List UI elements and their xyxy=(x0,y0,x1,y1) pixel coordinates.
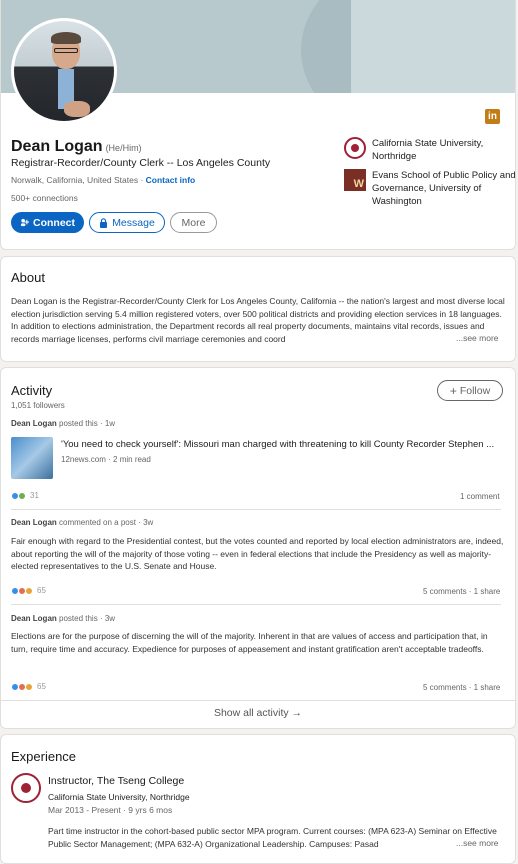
profile-location-line: Norwalk, California, United States · Con… xyxy=(11,175,195,185)
education-name: California State University, Northridge xyxy=(372,137,507,163)
message-label: Message xyxy=(112,217,155,229)
post-meta: Dean Logan posted this · 1w xyxy=(11,419,115,428)
divider xyxy=(11,604,501,605)
post-reactions[interactable]: 65 xyxy=(11,586,46,595)
post-author[interactable]: Dean Logan xyxy=(11,419,57,428)
post-action: posted this xyxy=(59,419,98,428)
experience-job-title: Instructor, The Tseng College xyxy=(48,775,184,787)
follow-label: Follow xyxy=(460,385,490,397)
experience-description: Part time instructor in the cohort-based… xyxy=(48,825,506,850)
connect-label: Connect xyxy=(33,217,75,229)
profile-photo xyxy=(14,21,114,121)
post-time: 3w xyxy=(105,614,115,623)
experience-title: Experience xyxy=(11,749,76,764)
article-source-line: 12news.com · 2 min read xyxy=(61,455,151,464)
banner-shape xyxy=(351,0,516,93)
linkedin-icon[interactable]: in xyxy=(485,109,500,124)
about-text: Dean Logan is the Registrar-Recorder/Cou… xyxy=(11,295,506,345)
experience-company: California State University, Northridge xyxy=(48,792,190,802)
post-meta: Dean Logan posted this · 3w xyxy=(11,614,115,623)
post-text: Fair enough with regard to the President… xyxy=(11,535,506,573)
education-item[interactable]: W Evans School of Public Policy and Gove… xyxy=(344,169,518,208)
divider xyxy=(0,700,516,701)
post-meta: Dean Logan commented on a post · 3w xyxy=(11,518,153,527)
article-thumbnail[interactable] xyxy=(11,437,53,479)
article-source: 12news.com xyxy=(61,455,106,464)
profile-avatar[interactable] xyxy=(11,18,117,124)
profile-location: Norwalk, California, United States xyxy=(11,175,138,185)
post-author[interactable]: Dean Logan xyxy=(11,614,57,623)
lock-icon xyxy=(99,218,108,228)
profile-pronouns: (He/Him) xyxy=(106,143,142,153)
reaction-count: 65 xyxy=(37,586,46,595)
divider xyxy=(11,509,501,510)
message-button[interactable]: Message xyxy=(89,212,165,233)
support-reaction-icon xyxy=(25,683,33,691)
profile-headline: Registrar-Recorder/County Clerk -- Los A… xyxy=(11,157,270,169)
post-author[interactable]: Dean Logan xyxy=(11,518,57,527)
post-reactions[interactable]: 31 xyxy=(11,491,39,500)
post-time: 1w xyxy=(105,419,115,428)
article-read-time: 2 min read xyxy=(113,455,151,464)
post-reactions[interactable]: 65 xyxy=(11,682,46,691)
contact-info-link[interactable]: Contact info xyxy=(146,175,196,185)
post-stats[interactable]: 5 comments · 1 share xyxy=(423,683,500,692)
experience-see-more[interactable]: ...see more xyxy=(453,838,499,848)
profile-name: Dean Logan(He/Him) xyxy=(11,138,142,156)
experience-dates: Mar 2013 - Present · 9 yrs 6 mos xyxy=(48,805,172,815)
education-name: Evans School of Public Policy and Govern… xyxy=(372,169,518,208)
csun-seal-icon[interactable] xyxy=(11,773,41,803)
reaction-count: 65 xyxy=(37,682,46,691)
post-action: posted this xyxy=(59,614,98,623)
show-all-activity-button[interactable]: Show all activity → xyxy=(0,707,516,719)
location-separator: · xyxy=(138,175,146,185)
post-text: Elections are for the purpose of discern… xyxy=(11,630,506,655)
celebrate-reaction-icon xyxy=(18,492,26,500)
about-title: About xyxy=(11,270,45,285)
education-item[interactable]: California State University, Northridge xyxy=(344,137,507,163)
uw-logo-icon: W xyxy=(344,169,366,191)
followers-count: 1,051 followers xyxy=(11,401,65,410)
photo-hair xyxy=(51,32,81,44)
profile-connections: 500+ connections xyxy=(11,193,78,203)
post-stats[interactable]: 5 comments · 1 share xyxy=(423,587,500,596)
activity-title: Activity xyxy=(11,383,52,398)
plus-icon: + xyxy=(450,384,457,398)
reaction-count: 31 xyxy=(30,491,39,500)
post-action: commented on a post xyxy=(59,518,136,527)
about-see-more[interactable]: ...see more xyxy=(453,333,499,343)
post-time: 3w xyxy=(143,518,153,527)
support-reaction-icon xyxy=(25,587,33,595)
post-stats[interactable]: 1 comment xyxy=(460,492,500,501)
photo-hands xyxy=(64,101,90,117)
csun-seal-icon xyxy=(344,137,366,159)
follow-button[interactable]: + Follow xyxy=(437,380,503,401)
photo-glasses xyxy=(54,48,78,53)
more-button[interactable]: More xyxy=(170,212,217,233)
article-title[interactable]: 'You need to check yourself': Missouri m… xyxy=(61,439,506,450)
profile-name-text: Dean Logan xyxy=(11,138,103,155)
connect-button[interactable]: Connect xyxy=(11,212,84,233)
add-person-icon xyxy=(20,218,29,227)
